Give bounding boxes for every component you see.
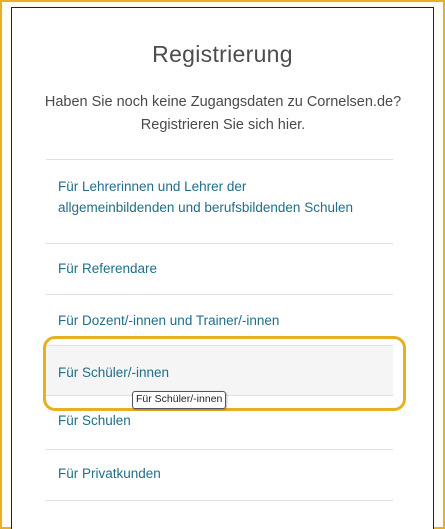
subtitle-line-1: Haben Sie noch keine Zugangsdaten zu Cor… [44,94,402,110]
registration-title: Registrierung [152,41,293,67]
registration-options-list: Für Lehrerinnen und Lehrer der allgemein… [46,159,393,501]
option-students-link[interactable]: Für Schüler/-innen [46,345,393,395]
option-trainees-link[interactable]: Für Referendare [46,243,393,294]
tooltip: Für Schüler/-innen [132,391,227,409]
option-lecturers-link[interactable]: Für Dozent/-innen und Trainer/-innen [46,294,393,345]
option-teachers-link[interactable]: Für Lehrerinnen und Lehrer der allgemein… [46,159,393,243]
subtitle-line-2: Registrieren Sie sich hier. [140,117,306,133]
option-teachers-line-1: Für Lehrerinnen und Lehrer der [58,179,247,194]
option-private-customers-link[interactable]: Für Privatkunden [46,449,393,501]
registration-subtitle: Haben Sie noch keine Zugangsdaten zu Cor… [22,91,424,137]
option-teachers-line-2: allgemeinbildenden und berufsbildenden S… [58,200,353,215]
